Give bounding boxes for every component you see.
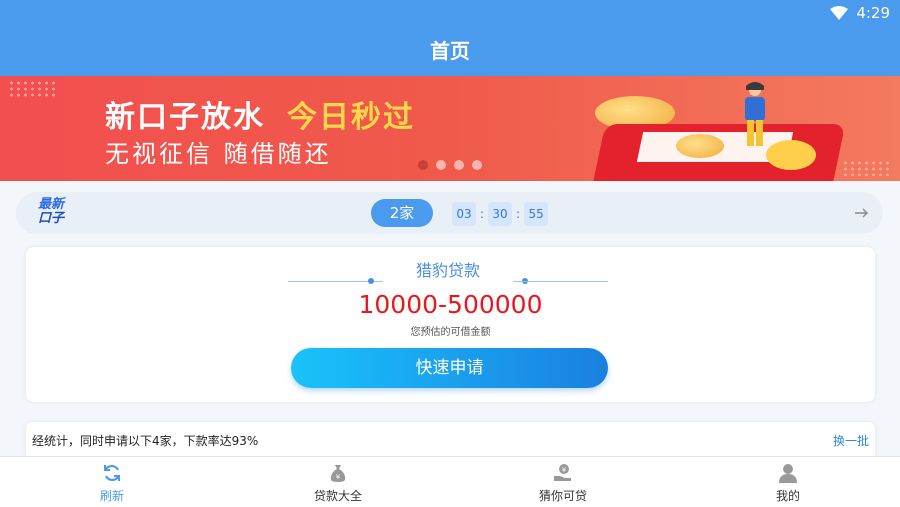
status-bar: 4:29 xyxy=(0,0,900,26)
page-title: 首页 xyxy=(430,39,470,63)
banner-title-main: 新口子放水 xyxy=(105,100,265,135)
svg-text:¥: ¥ xyxy=(562,466,567,474)
refresh-batch-link[interactable]: 换一批 xyxy=(833,432,869,449)
carousel-dot[interactable] xyxy=(472,160,482,170)
loan-amount-range: 10000-500000 xyxy=(358,290,543,319)
card-title-wrap: 猎豹贷款 xyxy=(288,259,608,284)
loan-product-card: 猎豹贷款 10000-500000 您预估的可借金额 快速申请 xyxy=(26,247,875,402)
newest-logo-line1: 最新 xyxy=(38,197,65,212)
tab-loan-list[interactable]: ¥ 贷款大全 xyxy=(278,457,398,507)
title-decoration-dot xyxy=(368,278,374,284)
carousel-dot[interactable] xyxy=(454,160,464,170)
loan-amount-caption: 您预估的可借金额 xyxy=(410,327,491,338)
newest-logo-line2: 口子 xyxy=(38,211,65,226)
loan-product-name: 猎豹贷款 xyxy=(415,261,480,280)
timer-minutes: 30 xyxy=(488,202,513,226)
hand-coin-icon: ¥ xyxy=(553,463,573,483)
wifi-icon xyxy=(830,6,849,20)
user-icon xyxy=(778,463,798,483)
stats-text: 经统计，同时申请以下4家，下款率达93% xyxy=(32,434,259,448)
tab-guess-loan[interactable]: ¥ 猜你可贷 xyxy=(503,457,623,507)
status-time: 4:29 xyxy=(856,4,890,22)
tab-mine[interactable]: 我的 xyxy=(728,457,848,507)
carousel-indicator xyxy=(418,160,482,170)
timer-separator: : xyxy=(516,207,521,221)
tab-label: 贷款大全 xyxy=(313,489,362,503)
banner-title: 新口子放水 今日秒过 xyxy=(105,92,415,136)
banner-decoration xyxy=(8,80,58,98)
countdown-timer: 03 : 30 : 55 xyxy=(452,202,549,226)
tab-label: 猜你可贷 xyxy=(538,489,587,503)
timer-separator: : xyxy=(480,207,485,221)
banner-subtitle: 无视征信 随借随还 xyxy=(105,140,332,168)
app-bar: 首页 xyxy=(0,26,900,76)
timer-hours: 03 xyxy=(452,202,476,226)
person-illustration xyxy=(740,82,770,150)
tab-label: 刷新 xyxy=(99,489,124,503)
money-bag-icon: ¥ xyxy=(328,463,348,483)
title-decoration-right xyxy=(513,281,608,282)
tab-refresh[interactable]: 刷新 xyxy=(52,457,172,507)
quick-apply-button[interactable]: 快速申请 xyxy=(291,348,608,388)
refresh-icon xyxy=(102,463,122,483)
timer-seconds: 55 xyxy=(524,202,549,226)
newest-logo: 最新 口子 xyxy=(38,198,64,226)
arrow-right-icon[interactable] xyxy=(855,204,869,223)
svg-text:¥: ¥ xyxy=(336,473,341,481)
tab-label: 我的 xyxy=(775,489,800,503)
newest-lenders-bar[interactable]: 最新 口子 2家 03 : 30 : 55 xyxy=(16,192,883,234)
lender-count-badge: 2家 xyxy=(371,199,433,227)
banner-decoration xyxy=(842,160,892,176)
piggy-bank-illustration xyxy=(766,140,816,170)
banner-title-highlight: 今日秒过 xyxy=(287,100,415,135)
status-right: 4:29 xyxy=(830,4,890,22)
bottom-tab-bar: 刷新 ¥ 贷款大全 ¥ 猜你可贷 我的 xyxy=(0,456,900,507)
carousel-dot[interactable] xyxy=(418,160,428,170)
coins-illustration xyxy=(676,134,724,158)
carousel-dot[interactable] xyxy=(436,160,446,170)
